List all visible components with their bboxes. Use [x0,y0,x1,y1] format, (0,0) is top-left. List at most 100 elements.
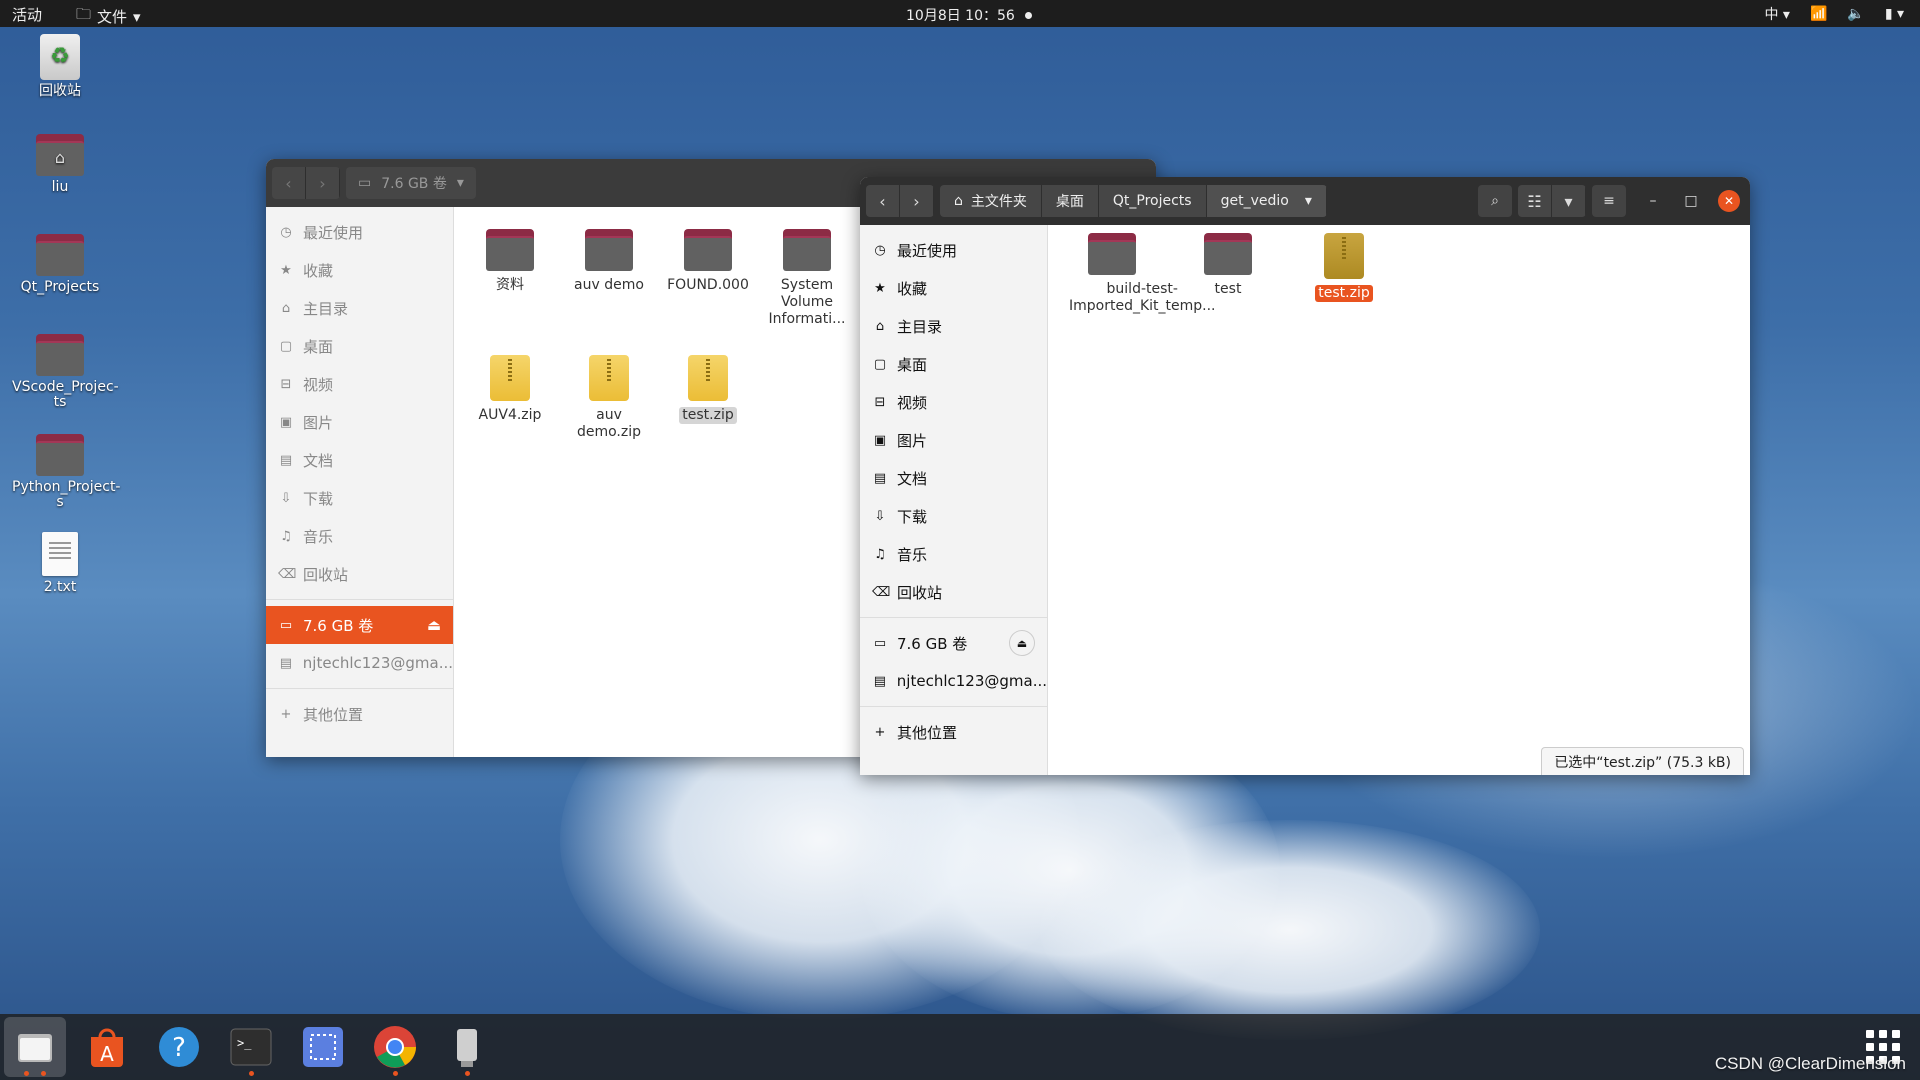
location-button[interactable]: ▭ 7.6 GB 卷 ▾ [346,167,476,199]
sidebar-item-home[interactable]: ⌂ 主目录 [860,307,1047,345]
sidebar-item-downloads[interactable]: ⇩ 下载 [860,497,1047,535]
sidebar-item-documents[interactable]: ▤ 文档 [266,441,453,479]
dock-software[interactable]: A [76,1017,138,1077]
file-item[interactable]: FOUND.000 [662,229,754,294]
menu-button[interactable]: ≡ [1592,185,1626,217]
view-options-button[interactable]: ▾ [1552,185,1586,217]
clock-label: 10月8日 10：56 [906,8,1015,24]
input-method-label: 中 [1764,7,1779,23]
sidebar-item-label: 图片 [303,413,334,432]
trash-icon: ⌫ [278,566,297,582]
sidebar-item-pictures[interactable]: ▣ 图片 [860,421,1047,459]
home-folder-icon: ⌂ [36,134,84,176]
forward-button[interactable]: › [900,185,934,217]
sidebar-item-account[interactable]: ▤ njtechlc123@gma... [860,662,1047,700]
list-view-icon: ☷ [1527,191,1542,211]
file-item[interactable]: auv demo [563,229,655,294]
sidebar-item-volume[interactable]: ▭ 7.6 GB 卷 ⏏ [266,606,453,644]
sidebar-item-trash[interactable]: ⌫ 回收站 [266,555,453,593]
network-drive-icon: ▤ [873,673,887,689]
sidebar-item-volume[interactable]: ▭ 7.6 GB 卷 ⏏ [860,624,1047,662]
desktop-icon-label: liu [51,179,69,195]
zip-archive-icon [688,355,728,401]
zip-archive-icon [1324,233,1364,279]
dock-screenshot[interactable] [292,1017,354,1077]
search-icon: ⌕ [1491,193,1499,209]
maximize-button[interactable]: □ [1680,190,1702,212]
desktop-icon-qt-projects[interactable]: Qt_Projects [12,234,108,295]
eject-icon[interactable]: ⏏ [1009,630,1035,656]
svg-text:A: A [100,1042,114,1066]
svg-text:?: ? [172,1033,186,1063]
breadcrumb-qt-projects[interactable]: Qt_Projects [1098,185,1207,217]
minimize-button[interactable]: – [1642,190,1664,212]
breadcrumb-desktop[interactable]: 桌面 [1041,185,1099,217]
sidebar-item-videos[interactable]: ⊟ 视频 [266,365,453,403]
nav-buttons: ‹ › [866,185,934,217]
sidebar-item-account[interactable]: ▤ njtechlc123@gma... [266,644,453,682]
files-app-icon [18,1034,52,1062]
sidebar-item-desktop[interactable]: ▢ 桌面 [266,327,453,365]
list-view-button[interactable]: ☷ [1518,185,1552,217]
file-item[interactable]: AUV4.zip [464,355,556,424]
sidebar-item-starred[interactable]: ★ 收藏 [860,269,1047,307]
file-item[interactable]: test [1182,233,1274,298]
sidebar-item-pictures[interactable]: ▣ 图片 [266,403,453,441]
file-manager-window-front[interactable]: ‹ › ⌂ 主文件夹 桌面 Qt_Projects get_vedio ▾ ⌕ ☷ … [860,177,1750,775]
sidebar-item-home[interactable]: ⌂ 主目录 [266,289,453,327]
file-item[interactable]: auv demo.zip [563,355,655,441]
clock-icon: ◷ [874,242,886,258]
dock-files[interactable] [4,1017,66,1077]
file-item[interactable]: 资料 [464,229,556,294]
window-header: ‹ › ⌂ 主文件夹 桌面 Qt_Projects get_vedio ▾ ⌕ ☷ … [860,177,1750,225]
clock[interactable]: 10月8日 10：56 [906,5,1032,25]
sidebar-item-music[interactable]: ♫ 音乐 [266,517,453,555]
file-item[interactable]: test.zip [662,355,754,424]
sidebar-item-other-locations[interactable]: + 其他位置 [266,695,453,733]
activities-button[interactable]: 活动 [12,4,42,25]
running-indicator [392,1071,398,1076]
desktop-icon-vscode-projects[interactable]: VScode_Projec-ts [12,334,119,410]
back-button[interactable]: ‹ [272,167,306,199]
star-icon: ★ [280,262,292,278]
search-button[interactable]: ⌕ [1478,185,1512,217]
sidebar-item-label: njtechlc123@gma... [896,672,1047,690]
system-tray[interactable]: 中 ▾ 📶 🔈 ▮ ▾ [1764,4,1904,24]
close-button[interactable]: ✕ [1718,190,1740,212]
dock-help[interactable]: ? [148,1017,210,1077]
sidebar-separator [860,706,1047,707]
file-item[interactable]: System Volume Informati... [761,229,853,328]
back-button[interactable]: ‹ [866,185,900,217]
sidebar-item-label: 最近使用 [303,223,364,242]
folder-icon [1204,233,1252,275]
sidebar-item-music[interactable]: ♫ 音乐 [860,535,1047,573]
dock-terminal[interactable]: >_ [220,1017,282,1077]
sidebar-item-documents[interactable]: ▤ 文档 [860,459,1047,497]
sidebar-item-recent[interactable]: ◷ 最近使用 [860,231,1047,269]
sidebar-item-downloads[interactable]: ⇩ 下载 [266,479,453,517]
sidebar-item-videos[interactable]: ⊟ 视频 [860,383,1047,421]
eject-icon[interactable]: ⏏ [427,616,441,634]
dock-usb-drive[interactable] [436,1017,498,1077]
input-method-indicator[interactable]: 中 ▾ [1764,4,1789,24]
sidebar-item-other-locations[interactable]: + 其他位置 [860,713,1047,751]
app-menu[interactable]: 🗀 文件 ▾ [76,4,141,29]
sidebar-item-recent[interactable]: ◷ 最近使用 [266,213,453,251]
desktop-icon-label: 2.txt [43,579,77,595]
desktop-icon-trash[interactable]: ♻ 回收站 [12,34,108,99]
chevron-down-icon: ▾ [456,175,464,191]
sidebar-item-desktop[interactable]: ▢ 桌面 [860,345,1047,383]
sidebar-item-starred[interactable]: ★ 收藏 [266,251,453,289]
desktop-icon-2-txt[interactable]: 2.txt [12,532,108,595]
sidebar-item-trash[interactable]: ⌫ 回收站 [860,573,1047,611]
dock-chrome[interactable] [364,1017,426,1077]
breadcrumb-home[interactable]: ⌂ 主文件夹 [940,185,1042,217]
running-indicator [464,1071,470,1076]
desktop-icon-liu[interactable]: ⌂ liu [12,134,108,195]
forward-button[interactable]: › [306,167,340,199]
file-item-selected[interactable]: test.zip [1298,233,1390,302]
file-name: AUV4.zip [478,407,542,423]
desktop-icon-python-projects[interactable]: Python_Project-s [12,434,120,510]
file-item[interactable]: build-test-Imported_Kit_temp... [1066,233,1216,315]
breadcrumb-get-vedio[interactable]: get_vedio ▾ [1206,185,1327,217]
